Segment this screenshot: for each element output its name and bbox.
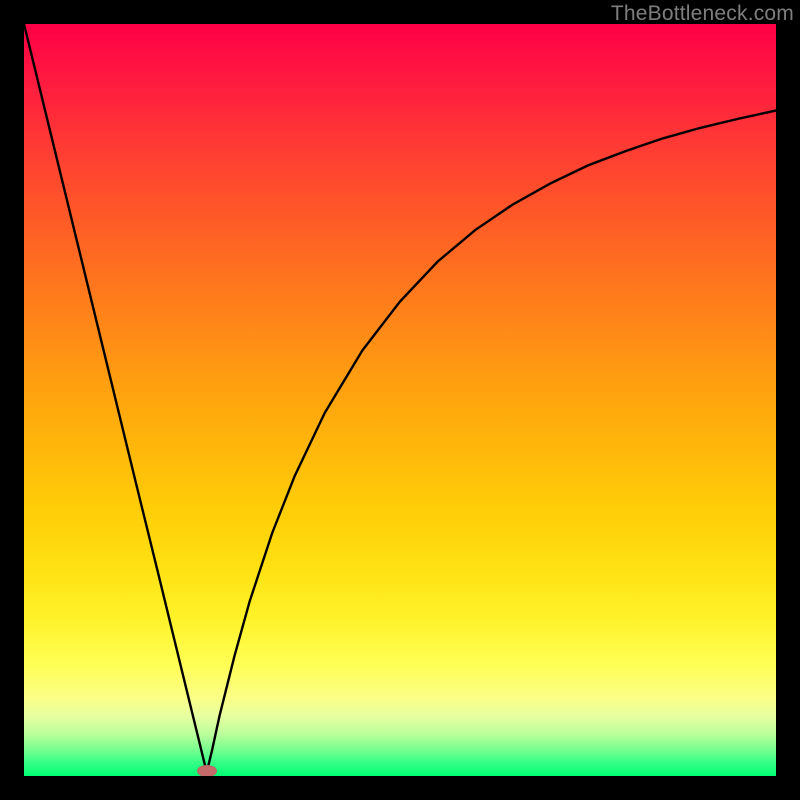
curve-svg: [24, 24, 776, 776]
watermark-text: TheBottleneck.com: [611, 2, 794, 26]
bottleneck-curve: [24, 24, 776, 772]
plot-area: [24, 24, 776, 776]
chart-frame: TheBottleneck.com: [0, 0, 800, 800]
optimal-point-marker: [197, 765, 217, 776]
